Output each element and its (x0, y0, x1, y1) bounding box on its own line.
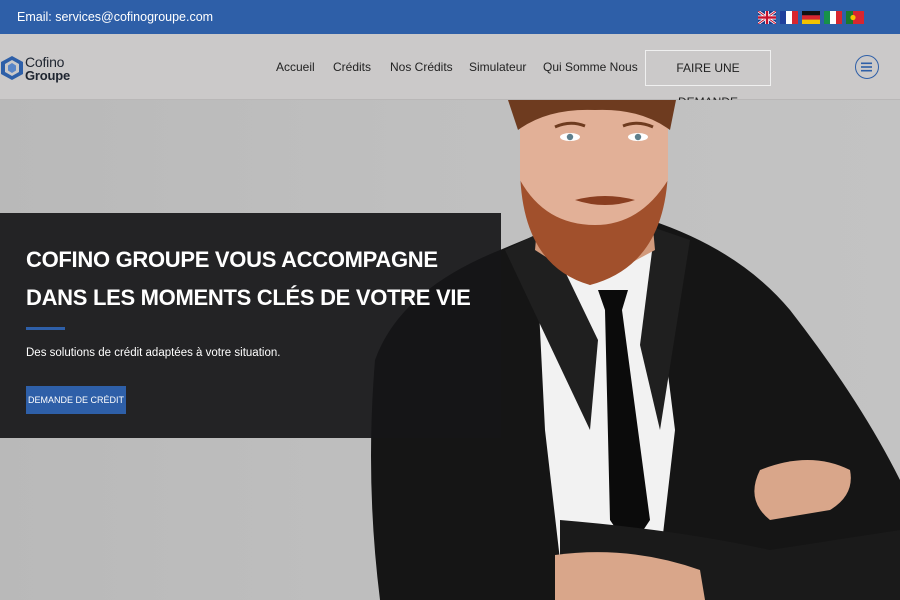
hero-title-line2: DANS LES MOMENTS CLÉS DE VOTRE VIE (26, 285, 471, 310)
logo-cube-icon (1, 56, 23, 80)
uk-flag-icon[interactable] (758, 11, 776, 24)
hero-section: COFINO GROUPE VOUS ACCOMPAGNE DANS LES M… (0, 100, 900, 600)
portugal-flag-icon[interactable] (846, 11, 864, 24)
nav-credits[interactable]: Crédits (333, 60, 371, 74)
germany-flag-icon[interactable] (802, 11, 820, 24)
hero-subtitle: Des solutions de crédit adaptées à votre… (26, 347, 281, 359)
hero-title-line1: COFINO GROUPE VOUS ACCOMPAGNE (26, 247, 438, 272)
hamburger-menu-icon[interactable] (855, 55, 879, 79)
title-accent-divider (26, 327, 65, 330)
france-flag-icon[interactable] (780, 11, 798, 24)
language-switcher (758, 11, 864, 24)
nav-nos-credits[interactable]: Nos Crédits (390, 60, 453, 74)
top-bar: Email: services@cofinogroupe.com (0, 0, 900, 34)
logo-text-line2: Groupe (25, 68, 71, 83)
cofino-logo[interactable]: Cofino Groupe (0, 53, 80, 83)
italy-flag-icon[interactable] (824, 11, 842, 24)
faire-une-demande-button[interactable]: FAIRE UNE DEMANDE (645, 50, 771, 109)
nav-simulateur[interactable]: Simulateur (469, 60, 526, 74)
hero-title: COFINO GROUPE VOUS ACCOMPAGNE DANS LES M… (26, 241, 496, 317)
demande-de-credit-button[interactable]: DEMANDE DE CRÉDIT (26, 386, 126, 414)
nav-accueil[interactable]: Accueil (276, 60, 315, 74)
site-header: Cofino Groupe Accueil Crédits Nos Crédit… (0, 34, 900, 109)
hero-overlay-panel: COFINO GROUPE VOUS ACCOMPAGNE DANS LES M… (0, 213, 501, 438)
nav-qui-somme-nous[interactable]: Qui Somme Nous (543, 60, 638, 74)
contact-email[interactable]: Email: services@cofinogroupe.com (17, 10, 213, 24)
